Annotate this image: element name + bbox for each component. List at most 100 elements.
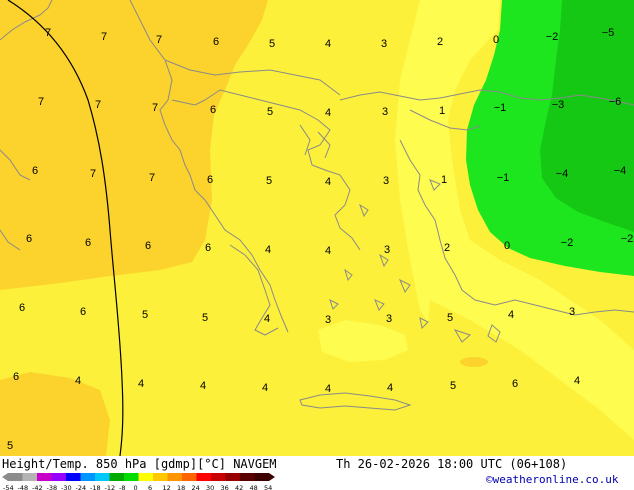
colorbar-swatch xyxy=(8,473,23,481)
colorbar-swatch xyxy=(153,473,168,481)
temperature-label: 0 xyxy=(504,240,510,252)
temperature-label: 4 xyxy=(508,309,514,321)
temperature-label: 4 xyxy=(325,176,331,188)
temperature-label: 6 xyxy=(32,165,38,177)
colorbar-tick-label: -30 xyxy=(61,484,72,490)
temperature-label: −4 xyxy=(614,165,627,177)
colorbar-tick-label: 42 xyxy=(235,484,244,490)
colorbar-swatch xyxy=(182,473,197,481)
temperature-label: 6 xyxy=(19,302,25,314)
temperature-label: 5 xyxy=(266,175,272,187)
forecast-datetime: Th 26-02-2026 18:00 UTC (06+108) xyxy=(336,457,568,471)
temperature-label: 6 xyxy=(205,242,211,254)
colorbar-tick-label: -24 xyxy=(75,484,87,490)
credit-link[interactable]: ©weatheronline.co.uk xyxy=(486,473,618,486)
temperature-label: 7 xyxy=(90,168,96,180)
colorbar-tick-label: 6 xyxy=(148,484,153,490)
colorbar-swatch xyxy=(80,473,95,481)
temperature-label: 6 xyxy=(26,233,32,245)
temperature-label: 4 xyxy=(138,378,144,390)
colorbar-tick-label: -54 xyxy=(3,484,14,490)
map-title: Height/Temp. 850 hPa [gdmp][°C] NAVGEM xyxy=(2,457,277,471)
temperature-label: 5 xyxy=(450,380,456,392)
temperature-label: 0 xyxy=(493,34,499,46)
temperature-label: 4 xyxy=(325,107,331,119)
temperature-label: 6 xyxy=(13,371,19,383)
temperature-label: 5 xyxy=(267,106,273,118)
colorbar-swatch xyxy=(22,473,37,481)
colorbar-tick-label: 12 xyxy=(162,484,171,490)
temperature-label: 5 xyxy=(447,312,453,324)
temperature-label: 4 xyxy=(325,38,331,50)
temperature-label: −2 xyxy=(561,237,574,249)
colorbar-tick-label: 54 xyxy=(264,484,273,490)
temperature-label: 6 xyxy=(210,104,216,116)
temperature-label: −2 xyxy=(546,31,559,43)
colorbar-swatch xyxy=(196,473,211,481)
temperature-label: 6 xyxy=(512,378,518,390)
temperature-label: 1 xyxy=(439,105,445,117)
temperature-label: 3 xyxy=(381,38,387,50)
warm-spot xyxy=(460,357,488,367)
colorbar-tick-label: -8 xyxy=(119,484,126,490)
temperature-label: 5 xyxy=(269,38,275,50)
temperature-label: 4 xyxy=(265,244,271,256)
temperature-label: −1 xyxy=(497,172,510,184)
weather-map-page: 7 7 7 6 5 4 3 2 0 −2 −5 7 7 7 6 5 4 3 1 −1 −3 −6 6 7 7 6 5 4 3 1 −1 −4−… xyxy=(0,0,634,490)
temperature-label: 5 xyxy=(142,309,148,321)
colorbar-swatch xyxy=(211,473,226,481)
temperature-label: 7 xyxy=(45,27,51,39)
temperature-label: 3 xyxy=(382,106,388,118)
temperature-label: −4 xyxy=(556,168,569,180)
temperature-label: 4 xyxy=(325,245,331,257)
temperature-label: 4 xyxy=(262,382,268,394)
temperature-label: 3 xyxy=(386,313,392,325)
temperature-map: 7 7 7 6 5 4 3 2 0 −2 −5 7 7 7 6 5 4 3 1 −1 −3 −6 6 7 7 6 5 4 3 1 −1 −4 −… xyxy=(0,0,634,456)
colorbar-tick-label: -18 xyxy=(90,484,101,490)
temperature-label: 7 xyxy=(152,102,158,114)
temperature-label: 7 xyxy=(101,31,107,43)
temperature-label: 5 xyxy=(202,312,208,324)
colorbar-tick-label: 48 xyxy=(249,484,258,490)
colorbar-tick-label: 18 xyxy=(177,484,186,490)
temperature-label: 7 xyxy=(38,96,44,108)
temperature-label: 4 xyxy=(200,380,206,392)
colorbar-swatch xyxy=(95,473,110,481)
colorbar-swatch xyxy=(225,473,240,481)
temperature-label: −2 xyxy=(621,233,634,245)
temperature-label: 7 xyxy=(156,34,162,46)
temperature-label: 4 xyxy=(264,313,270,325)
colorbar-tick-label: -48 xyxy=(17,484,29,490)
temperature-label: 7 xyxy=(149,172,155,184)
temperature-label: 3 xyxy=(325,314,331,326)
temperature-label: 4 xyxy=(325,383,331,395)
colorbar-swatch xyxy=(66,473,81,481)
colorbar-swatch xyxy=(240,473,255,481)
colorbar-swatch xyxy=(124,473,139,481)
colorbar-tick-label: 0 xyxy=(133,484,138,490)
temperature-label: 4 xyxy=(75,375,81,387)
colorbar-right-arrow xyxy=(269,473,275,481)
temperature-label: 2 xyxy=(437,36,443,48)
temperature-label: 5 xyxy=(7,440,13,452)
temperature-label: 3 xyxy=(384,244,390,256)
temperature-label: 3 xyxy=(383,175,389,187)
colorbar-swatch xyxy=(254,473,269,481)
colorbar-swatch xyxy=(167,473,182,481)
temperature-label: −3 xyxy=(552,99,565,111)
temperature-label: 6 xyxy=(213,36,219,48)
colorbar-tick-label: -42 xyxy=(32,484,43,490)
colorbar-swatch xyxy=(37,473,52,481)
temperature-label: 3 xyxy=(569,306,575,318)
colorbar-swatch xyxy=(138,473,153,481)
temperature-label: −6 xyxy=(609,96,622,108)
colorbar-tick-label: 30 xyxy=(206,484,215,490)
colorbar-left-arrow xyxy=(2,473,8,481)
temperature-label: 6 xyxy=(145,240,151,252)
colorbar-swatch xyxy=(109,473,124,481)
colorbar-tick-label: 24 xyxy=(191,484,200,490)
temperature-label: 4 xyxy=(387,382,393,394)
temperature-label: 7 xyxy=(95,99,101,111)
temperature-label: −5 xyxy=(602,27,615,39)
colorbar-tick-label: -12 xyxy=(104,484,116,490)
